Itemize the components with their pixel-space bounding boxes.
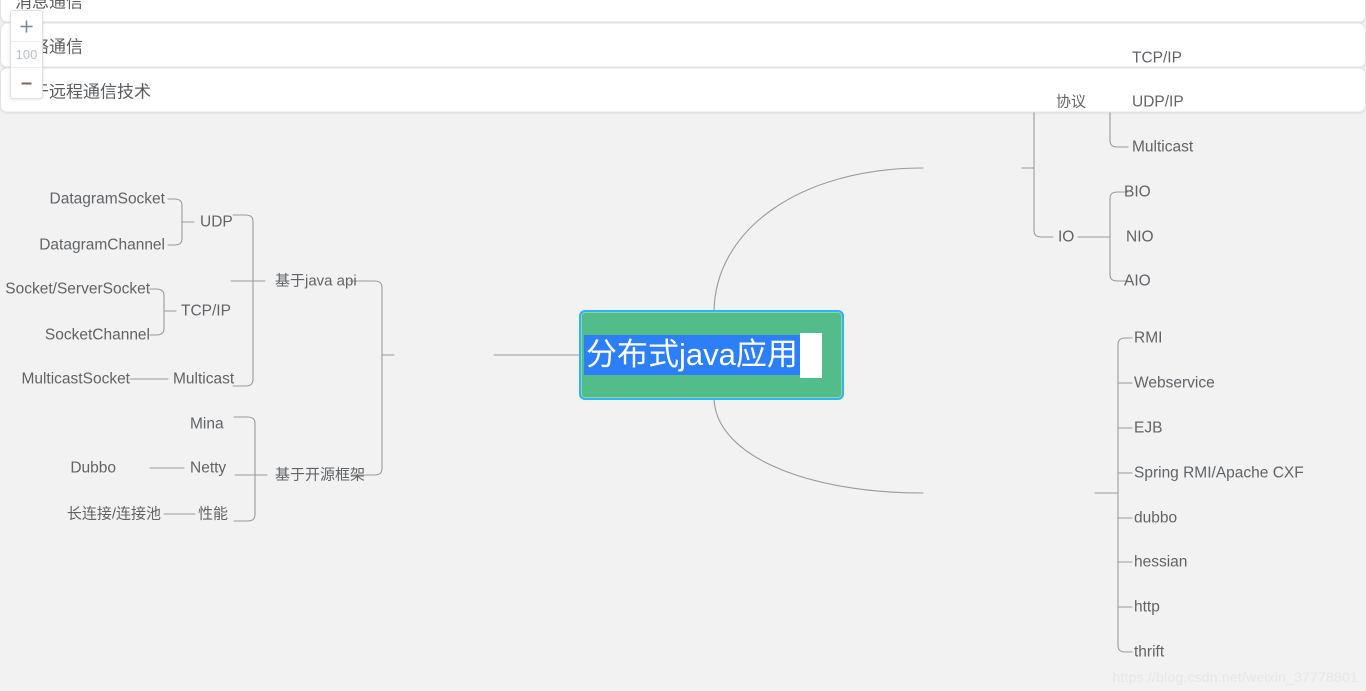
zoom-in-button[interactable]: [11, 11, 42, 41]
mindmap-canvas[interactable]: 100 分布式java应用 消息通信 网络通信 基于远程通信技术 基于java …: [0, 0, 1366, 691]
node-socket-serversocket[interactable]: Socket/ServerSocket: [5, 281, 150, 297]
zoom-out-button[interactable]: [11, 68, 42, 98]
node-label: DatagramSocket: [49, 190, 165, 208]
node-label: Dubbo: [70, 459, 116, 477]
node-tcpip-left[interactable]: TCP/IP: [181, 303, 231, 319]
node-label: 长连接/连接池: [66, 505, 161, 523]
node-message-communication[interactable]: 消息通信: [0, 0, 1366, 23]
node-label: Netty: [190, 459, 227, 477]
node-label: 基于开源框架: [275, 466, 366, 484]
node-label: http: [1134, 598, 1160, 616]
node-label: thrift: [1134, 643, 1165, 661]
node-bio[interactable]: BIO: [1124, 184, 1151, 200]
node-label: AIO: [1124, 272, 1151, 290]
node-label: Multicast: [173, 370, 235, 388]
node-label: DatagramChannel: [39, 236, 165, 254]
node-label: Webservice: [1134, 374, 1215, 392]
zoom-control[interactable]: 100: [10, 10, 43, 99]
node-socket-channel[interactable]: SocketChannel: [45, 327, 150, 343]
node-spring-rmi-apache-cxf[interactable]: Spring RMI/Apache CXF: [1134, 465, 1304, 481]
node-datagram-socket[interactable]: DatagramSocket: [50, 191, 165, 207]
node-label: UDP: [200, 213, 233, 231]
node-udp[interactable]: UDP: [200, 214, 233, 230]
root-node-label[interactable]: 分布式java应用: [584, 335, 800, 375]
node-multicast-right[interactable]: Multicast: [1132, 139, 1193, 155]
node-nio[interactable]: NIO: [1126, 229, 1154, 245]
node-label: TCP/IP: [181, 302, 231, 320]
node-long-connection-pool[interactable]: 长连接/连接池: [67, 507, 161, 522]
node-io[interactable]: IO: [1058, 229, 1074, 245]
node-label: Mina: [190, 415, 224, 433]
node-label: BIO: [1124, 183, 1151, 201]
node-performance[interactable]: 性能: [198, 507, 228, 522]
node-label: Spring RMI/Apache CXF: [1134, 464, 1304, 482]
node-dubbo-right[interactable]: dubbo: [1134, 510, 1177, 526]
minus-icon: [21, 82, 32, 84]
node-label: IO: [1058, 228, 1075, 246]
node-dubbo-left[interactable]: Dubbo: [70, 460, 116, 476]
node-webservice[interactable]: Webservice: [1134, 375, 1215, 391]
node-aio[interactable]: AIO: [1124, 273, 1151, 289]
node-label: MulticastSocket: [21, 370, 130, 388]
node-label: Multicast: [1132, 138, 1194, 156]
text-cursor: [799, 332, 822, 378]
node-mina[interactable]: Mina: [190, 416, 224, 432]
node-datagram-channel[interactable]: DatagramChannel: [39, 237, 165, 253]
node-label: EJB: [1134, 419, 1163, 437]
node-multicast-left[interactable]: Multicast: [173, 371, 234, 387]
node-http[interactable]: http: [1134, 599, 1160, 615]
node-label: dubbo: [1134, 509, 1178, 527]
node-label: UDP/IP: [1132, 93, 1184, 111]
node-label: TCP/IP: [1132, 49, 1182, 67]
node-thrift[interactable]: thrift: [1134, 644, 1164, 660]
node-hessian[interactable]: hessian: [1134, 554, 1187, 570]
node-multicast-socket[interactable]: MulticastSocket: [21, 371, 130, 387]
node-label: SocketChannel: [44, 326, 150, 344]
node-label: 基于java api: [275, 272, 357, 290]
node-label: RMI: [1134, 329, 1163, 347]
zoom-level-label: 100: [11, 41, 42, 68]
plus-icon: [20, 20, 33, 32]
node-open-source-framework[interactable]: 基于开源框架: [275, 468, 365, 483]
watermark: https://blog.csdn.net/weixin_37778801: [1112, 669, 1358, 685]
node-java-api[interactable]: 基于java api: [275, 274, 357, 289]
node-label: NIO: [1126, 228, 1154, 246]
node-label: hessian: [1134, 553, 1188, 571]
node-label: 协议: [1056, 93, 1087, 111]
node-netty[interactable]: Netty: [190, 460, 226, 476]
root-node[interactable]: 分布式java应用: [579, 310, 844, 400]
node-tcpip-right[interactable]: TCP/IP: [1132, 50, 1182, 66]
node-label: 性能: [198, 505, 229, 523]
node-protocol[interactable]: 协议: [1056, 95, 1086, 110]
node-rmi[interactable]: RMI: [1134, 330, 1162, 346]
node-ejb[interactable]: EJB: [1134, 420, 1162, 436]
node-label: Socket/ServerSocket: [5, 280, 150, 298]
node-udpip[interactable]: UDP/IP: [1132, 94, 1184, 110]
